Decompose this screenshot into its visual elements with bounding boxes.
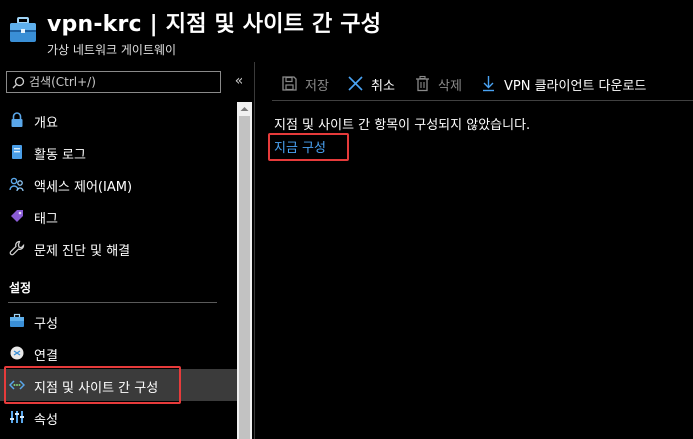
sidebar-item-label: 개요 — [34, 116, 58, 131]
sidebar-item-overview[interactable]: 개요 — [0, 104, 237, 136]
people-icon — [9, 177, 24, 192]
page-header: vpn-krc | 지점 및 사이트 간 구성 가상 네트워크 게이트웨이 — [0, 0, 693, 62]
search-box[interactable] — [6, 71, 221, 93]
section-divider — [8, 302, 217, 303]
azure-portal-page: vpn-krc | 지점 및 사이트 간 구성 가상 네트워크 게이트웨이 « … — [0, 0, 693, 439]
selected-item-highlight — [4, 366, 181, 404]
download-label: VPN 클라이언트 다운로드 — [504, 79, 647, 94]
save-icon — [282, 76, 297, 91]
cancel-label: 취소 — [371, 79, 395, 94]
sidebar-item-label: 태그 — [34, 212, 58, 227]
log-icon — [12, 145, 22, 159]
command-toolbar: 저장 취소 삭제 VPN 클라이언트 다운로드 — [272, 66, 693, 100]
sidebar-item-diagnose[interactable]: 문제 진단 및 해결 — [0, 232, 237, 264]
sidebar-item-tags[interactable]: 태그 — [0, 200, 237, 232]
download-vpn-client-button[interactable]: VPN 클라이언트 다운로드 — [480, 73, 680, 94]
search-input[interactable] — [29, 73, 217, 91]
cancel-button[interactable]: 취소 — [347, 73, 403, 94]
briefcase-icon — [10, 313, 24, 327]
scrollbar-thumb[interactable] — [239, 116, 250, 439]
page-title: vpn-krc | 지점 및 사이트 간 구성 — [47, 12, 382, 37]
lock-icon — [11, 112, 23, 127]
wrench-icon — [9, 240, 25, 256]
sidebar-item-configuration[interactable]: 구성 — [0, 305, 237, 337]
sidebar-divider — [254, 62, 255, 439]
delete-button[interactable]: 삭제 — [414, 73, 470, 94]
sidebar-item-label: 문제 진단 및 해결 — [34, 244, 131, 259]
sidebar-item-label: 속성 — [34, 413, 58, 428]
sidebar-item-label: 액세스 제어(IAM) — [34, 180, 133, 195]
sidebar-item-properties[interactable]: 속성 — [0, 401, 237, 433]
page-subtitle: 가상 네트워크 게이트웨이 — [47, 43, 177, 57]
not-configured-message: 지점 및 사이트 간 항목이 구성되지 않았습니다. — [274, 118, 531, 133]
scroll-up-arrow-icon[interactable] — [237, 104, 252, 114]
collapse-sidebar-button[interactable]: « — [231, 72, 247, 90]
trash-icon — [416, 75, 429, 92]
save-label: 저장 — [305, 79, 329, 94]
sidebar-item-iam[interactable]: 액세스 제어(IAM) — [0, 168, 237, 200]
sidebar-item-label: 연결 — [34, 349, 58, 364]
sidebar-item-connections[interactable]: 연결 — [0, 337, 237, 369]
close-icon — [348, 76, 363, 91]
sidebar-item-label: 구성 — [34, 317, 58, 332]
resource-menu-sidebar: « 개요 활동 로그 — [0, 66, 254, 439]
save-button[interactable]: 저장 — [281, 73, 337, 94]
download-icon — [483, 76, 494, 92]
properties-sliders-icon — [10, 411, 24, 423]
delete-label: 삭제 — [438, 79, 462, 94]
toolbar-divider — [272, 100, 693, 101]
sidebar-scrollbar[interactable] — [237, 102, 252, 439]
section-header-settings: 설정 — [9, 281, 32, 295]
tag-icon — [11, 210, 23, 222]
sidebar-item-activity-log[interactable]: 활동 로그 — [0, 136, 237, 168]
search-icon — [12, 76, 25, 89]
configure-link-highlight — [268, 133, 349, 161]
vpn-gateway-briefcase-icon — [10, 17, 36, 42]
sidebar-item-label: 활동 로그 — [34, 148, 86, 163]
connection-icon — [10, 346, 24, 360]
